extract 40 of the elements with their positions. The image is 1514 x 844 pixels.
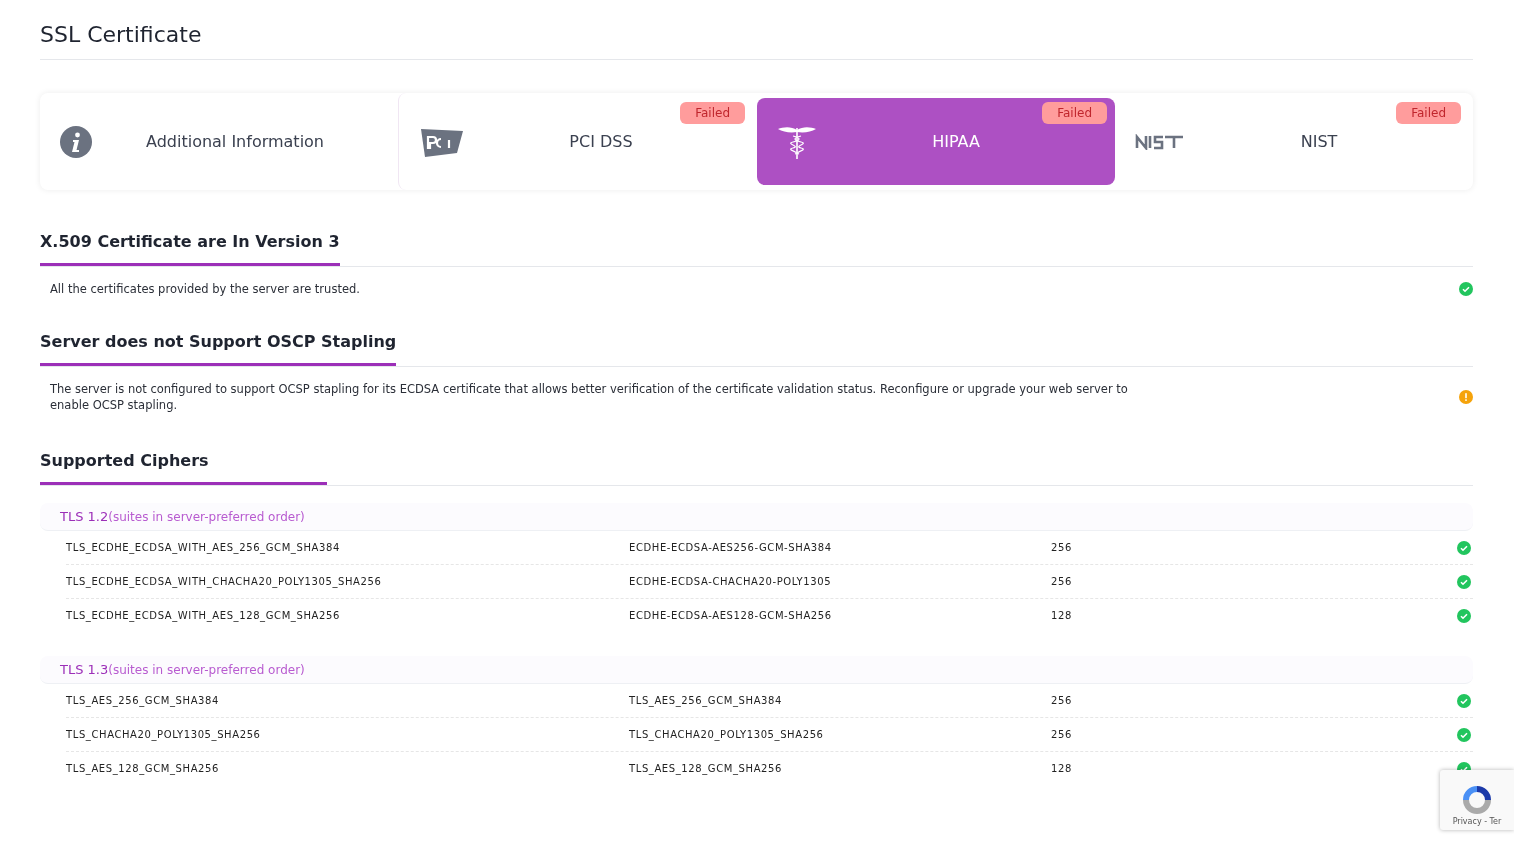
tls-version: TLS 1.3 <box>60 662 109 677</box>
info-icon <box>60 125 92 158</box>
key-bits: 256 <box>1051 542 1073 553</box>
cipher-name: TLS_AES_256_GCM_SHA384 <box>66 695 220 706</box>
compliance-tab[interactable]: HIPAA Failed <box>757 98 1115 185</box>
section-heading: Server does not Support OSCP Stapling <box>40 331 397 366</box>
key-bits: 256 <box>1051 729 1073 740</box>
section-heading: X.509 Certificate are In Version 3 <box>40 231 340 266</box>
compliance-tab[interactable]: Additional Information <box>40 93 398 190</box>
section-text: The server is not configured to support OCSP stapling for its ECDSA certificate that allows better verification of the certificate validation status. Reconfigure or upgrade your web server to enable OCSP stapling. <box>50 381 1129 413</box>
cipher-name: TLS_ECDHE_ECDSA_WITH_AES_128_GCM_SHA256 <box>66 610 341 621</box>
cipher-alias: TLS_AES_256_GCM_SHA384 <box>629 695 783 706</box>
key-bits: 128 <box>1051 610 1073 621</box>
cipher-alias: ECDHE-ECDSA-AES128-GCM-SHA256 <box>629 610 833 621</box>
key-bits: 128 <box>1051 763 1073 774</box>
recaptcha-logo-icon <box>1460 783 1494 817</box>
cipher-alias: ECDHE-ECDSA-CHACHA20-POLY1305 <box>629 576 833 587</box>
failed-badge: Failed <box>1042 102 1107 124</box>
tls-version: TLS 1.2 <box>60 509 109 524</box>
key-bits: 256 <box>1051 576 1073 587</box>
cipher-name: TLS_AES_128_GCM_SHA256 <box>66 763 220 774</box>
section-heading: Supported Ciphers <box>40 450 327 485</box>
cipher-alias: TLS_AES_128_GCM_SHA256 <box>629 763 783 774</box>
page-title: SSL Certificate <box>40 22 1473 60</box>
recaptcha-text: Privacy - Ter <box>1452 817 1502 826</box>
cipher-alias: TLS_CHACHA20_POLY1305_SHA256 <box>629 729 825 740</box>
cipher-name: TLS_ECDHE_ECDSA_WITH_AES_256_GCM_SHA384 <box>66 542 341 553</box>
nist-logo-icon <box>1135 133 1185 150</box>
failed-badge: Failed <box>680 102 745 124</box>
tls-note: (suites in server-preferred order) <box>108 510 305 524</box>
cipher-name: TLS_ECDHE_ECDSA_WITH_CHACHA20_POLY1305_SHA256 <box>66 576 383 587</box>
card-logo-icon <box>419 126 465 157</box>
tls-note: (suites in server-preferred order) <box>108 663 305 677</box>
compliance-tab[interactable]: NIST Failed <box>1115 93 1473 190</box>
cipher-alias: ECDHE-ECDSA-AES256-GCM-SHA384 <box>629 542 833 553</box>
failed-badge: Failed <box>1396 102 1461 124</box>
section-text: All the certificates provided by the server are trusted. <box>50 281 360 297</box>
cipher-name: TLS_CHACHA20_POLY1305_SHA256 <box>66 729 262 740</box>
key-bits: 256 <box>1051 695 1073 706</box>
compliance-tab[interactable]: PCI DSS Failed <box>398 93 757 190</box>
